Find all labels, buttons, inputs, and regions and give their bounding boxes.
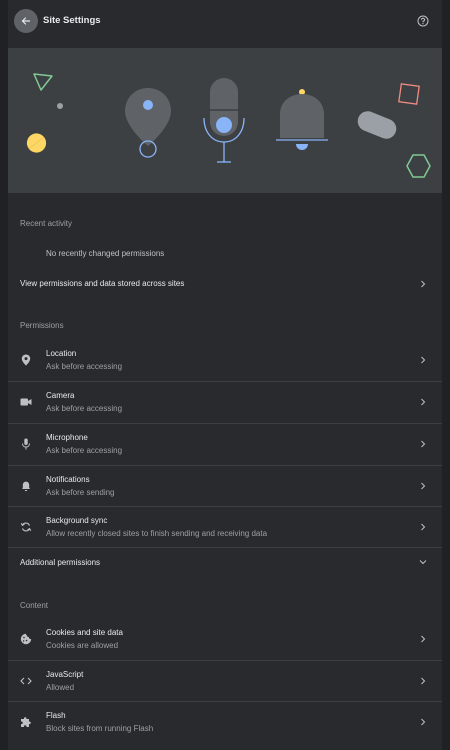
microphone-icon (20, 438, 32, 450)
permission-row-camera[interactable]: Camera Ask before accessing (8, 382, 442, 423)
pill-shape (357, 111, 397, 139)
view-all-label: View permissions and data stored across … (20, 279, 185, 288)
permission-title: Notifications (46, 475, 90, 484)
dot-shape (57, 103, 63, 109)
content-row-javascript[interactable]: JavaScript Allowed (8, 661, 442, 702)
permission-row-notifications[interactable]: Notifications Ask before sending (8, 466, 442, 507)
header: Site Settings (8, 0, 442, 42)
permissions-illustration (26, 73, 431, 178)
chevron-right-icon (421, 356, 426, 364)
location-pin-illustration (125, 88, 171, 158)
permissions-heading: Permissions (20, 321, 64, 330)
permission-title: Background sync (46, 516, 108, 525)
chevron-right-icon (421, 440, 426, 448)
location-pin-icon (20, 354, 32, 366)
bell-illustration (276, 89, 328, 150)
square-shape (398, 83, 420, 105)
content-row-cookies[interactable]: Cookies and site data Cookies are allowe… (8, 619, 442, 660)
permission-status: Ask before accessing (46, 446, 123, 455)
permission-title: Camera (46, 391, 75, 400)
permission-row-microphone[interactable]: Microphone Ask before accessing (8, 424, 442, 465)
permission-status: Allow recently closed sites to finish se… (46, 529, 268, 538)
permission-status: Ask before accessing (46, 404, 123, 413)
page-title: Site Settings (43, 15, 101, 26)
chevron-right-icon (421, 398, 426, 406)
permission-status: Ask before sending (46, 488, 115, 497)
camera-icon (20, 396, 32, 408)
help-icon[interactable] (417, 15, 429, 27)
content-title: JavaScript (46, 670, 84, 679)
puzzle-piece-icon (20, 716, 32, 728)
content-title: Flash (46, 711, 66, 720)
cookie-icon (20, 633, 32, 645)
content-status: Allowed (46, 683, 75, 692)
triangle-shape (33, 73, 53, 91)
site-settings-panel: Site Settings Recent activity No recentl… (8, 0, 442, 750)
permission-row-background-sync[interactable]: Background sync Allow recently closed si… (8, 507, 442, 548)
chevron-right-icon (421, 718, 426, 726)
back-button[interactable] (14, 9, 38, 33)
content-status: Block sites from running Flash (46, 724, 154, 733)
permission-row-location[interactable]: Location Ask before accessing (8, 340, 442, 381)
chevron-right-icon (421, 280, 426, 288)
content-status: Cookies are allowed (46, 641, 119, 650)
hexagon-shape (406, 154, 431, 178)
chevron-right-icon (421, 482, 426, 490)
content-title: Cookies and site data (46, 628, 123, 637)
microphone-illustration (203, 78, 245, 163)
chevron-down-icon (419, 560, 427, 565)
code-icon (20, 675, 32, 687)
sync-icon (20, 521, 32, 533)
chevron-right-icon (421, 523, 426, 531)
additional-permissions-label: Additional permissions (20, 558, 101, 567)
view-all-permissions-row[interactable]: View permissions and data stored across … (8, 269, 442, 299)
bell-icon (20, 480, 32, 492)
recent-activity-heading: Recent activity (20, 219, 73, 228)
chevron-right-icon (421, 635, 426, 643)
permission-title: Microphone (46, 433, 88, 442)
illustration-banner (8, 48, 442, 193)
permission-title: Location (46, 349, 77, 358)
permission-status: Ask before accessing (46, 362, 123, 371)
additional-permissions-row[interactable]: Additional permissions (8, 548, 442, 578)
chevron-right-icon (421, 677, 426, 685)
no-recent-permissions-text: No recently changed permissions (46, 249, 165, 258)
content-heading: Content (20, 601, 49, 610)
back-arrow-icon (21, 17, 31, 25)
content-row-flash[interactable]: Flash Block sites from running Flash (8, 702, 442, 743)
